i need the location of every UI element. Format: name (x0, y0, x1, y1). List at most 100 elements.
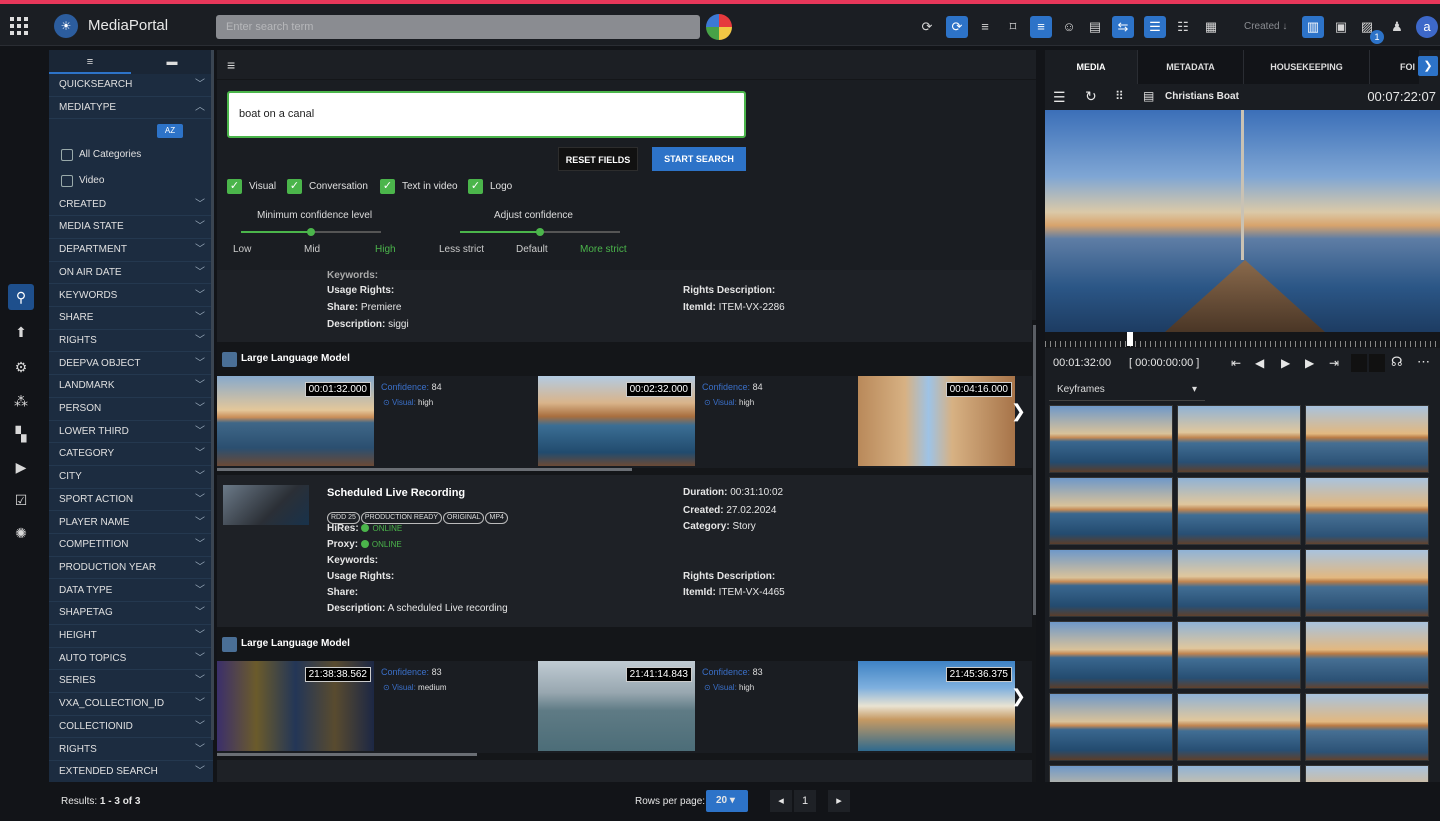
avatar[interactable]: a (1416, 16, 1438, 38)
tab-housekeeping[interactable]: HOUSEKEEPING (1243, 50, 1369, 84)
chevron-down-icon[interactable]: ﹀ (195, 421, 205, 443)
bookmark-icon[interactable]: ⌑ (1002, 16, 1024, 38)
keyframe-thumbnail[interactable] (1049, 549, 1173, 617)
chevron-down-icon[interactable]: ﹀ (195, 761, 205, 782)
tab-folders[interactable]: ▬ (131, 50, 213, 74)
row-scrollbar[interactable] (217, 753, 477, 756)
keyframe-thumbnail[interactable]: 21:45:36.375 (858, 661, 1015, 751)
filter-row-height[interactable]: HEIGHT ﹀ (49, 625, 213, 648)
checkbox-visual[interactable]: ✓ Visual (227, 179, 276, 195)
keyframe-thumbnail[interactable] (1305, 405, 1429, 473)
query-input[interactable]: boat on a canal (227, 91, 746, 138)
chevron-down-icon[interactable]: ﹀ (195, 239, 205, 261)
filter-row-competition[interactable]: COMPETITION ﹀ (49, 534, 213, 557)
keyframe-thumbnail[interactable] (1177, 405, 1301, 473)
keyframe-thumbnail[interactable] (1177, 621, 1301, 689)
timeline-ruler[interactable] (1045, 332, 1440, 348)
keyframe-thumbnail[interactable] (1305, 549, 1429, 617)
filter-row-sport-action[interactable]: SPORT ACTION ﹀ (49, 489, 213, 512)
filter-row-auto-topics[interactable]: AUTO TOPICS ﹀ (49, 648, 213, 671)
workflow-icon[interactable]: ⚙ (8, 354, 34, 380)
next-page-button[interactable]: ▸ (828, 790, 850, 812)
keyframe-thumbnail[interactable]: 00:04:16.000 (858, 376, 1015, 466)
checkbox[interactable] (61, 148, 73, 161)
filter-toggle-icon[interactable]: ≡ (227, 57, 235, 73)
add-folder-icon[interactable]: ▣ (1330, 16, 1352, 38)
list-view-icon[interactable]: ☷ (1172, 16, 1194, 38)
step-back-icon[interactable]: ◀ (1255, 356, 1264, 370)
chevron-down-icon[interactable]: ﹀ (195, 580, 205, 602)
filter-row-quicksearch[interactable]: QUICKSEARCH ﹀ (49, 74, 213, 97)
keyframe-thumbnail[interactable] (1177, 765, 1301, 782)
chevron-down-icon[interactable]: ﹀ (195, 353, 205, 375)
filter-row-share[interactable]: SHARE ﹀ (49, 307, 213, 330)
filter-row-rights[interactable]: RIGHTS ﹀ (49, 330, 213, 353)
refresh-icon[interactable]: ↻ (1085, 88, 1097, 105)
filter-row-department[interactable]: DEPARTMENT ﹀ (49, 239, 213, 262)
sync-icon[interactable]: ⟳ (916, 16, 938, 38)
mediatype-option[interactable]: All Categories (49, 142, 213, 168)
keyframe-thumbnail[interactable] (1305, 621, 1429, 689)
color-palette-icon[interactable] (706, 14, 732, 40)
in-point[interactable]: [ 00:00:00:00 ] (1129, 357, 1199, 369)
chevron-down-icon[interactable]: ﹀ (195, 693, 205, 715)
filter-row-city[interactable]: CITY ﹀ (49, 466, 213, 489)
checkbox-conversation[interactable]: ✓ Conversation (287, 179, 368, 195)
chevron-down-icon[interactable]: ﹀ (195, 466, 205, 488)
reset-fields-button[interactable]: RESET FIELDS (558, 147, 638, 171)
chevron-down-icon[interactable]: ﹀ (195, 512, 205, 534)
chevron-down-icon[interactable]: ﹀ (195, 443, 205, 465)
volume-slot[interactable] (1351, 354, 1367, 372)
search-list-icon[interactable]: ≡ (974, 16, 996, 38)
settings-icon[interactable]: ✺ (8, 520, 34, 546)
filter-row-player-name[interactable]: PLAYER NAME ﹀ (49, 512, 213, 535)
filter-row-media-state[interactable]: MEDIA STATE ﹀ (49, 216, 213, 239)
filter-row-landmark[interactable]: LANDMARK ﹀ (49, 375, 213, 398)
sort-label[interactable]: Created ↓ (1244, 21, 1287, 32)
filter-row-on-air-date[interactable]: ON AIR DATE ﹀ (49, 262, 213, 285)
asset-title[interactable]: Scheduled Live Recording (327, 487, 465, 499)
chevron-down-icon[interactable]: ﹀ (195, 716, 205, 738)
keyframe-thumbnail[interactable]: 21:38:38.562 (217, 661, 374, 751)
tab-more[interactable]: FOI (1369, 50, 1419, 84)
keyframe-thumbnail[interactable] (1049, 693, 1173, 761)
keyframe-thumbnail[interactable]: 00:02:32.000 (538, 376, 695, 466)
play-icon[interactable]: ▶ (1281, 356, 1290, 370)
checklist-icon[interactable]: ☑ (8, 487, 34, 513)
keyframe-thumbnail[interactable] (1305, 765, 1429, 782)
filter-row-category[interactable]: CATEGORY ﹀ (49, 443, 213, 466)
next-arrow-icon[interactable]: ❯ (1011, 686, 1026, 707)
filter-button[interactable]: ≡ (1030, 16, 1052, 38)
filter-row-rights[interactable]: RIGHTS ﹀ (49, 739, 213, 762)
go-to-in-icon[interactable]: ⇤ (1231, 356, 1241, 370)
video-player[interactable] (1045, 110, 1440, 332)
filter-row-data-type[interactable]: DATA TYPE ﹀ (49, 580, 213, 603)
keyframe-thumbnail[interactable] (1177, 693, 1301, 761)
chevron-down-icon[interactable]: ﹀ (195, 307, 205, 329)
filter-row-created[interactable]: CREATED ﹀ (49, 194, 213, 217)
document-icon[interactable]: ▤ (1084, 16, 1106, 38)
upload-icon[interactable]: ⬆ (8, 319, 34, 345)
tab-media[interactable]: MEDIA (1045, 50, 1137, 84)
result-card[interactable]: Scheduled Live Recording RDD 25 PRODUCTIO… (217, 475, 1032, 627)
results-scrollbar[interactable] (1033, 325, 1036, 615)
detail-view-button[interactable]: ☰ (1144, 16, 1166, 38)
search-icon[interactable]: ⚲ (8, 284, 34, 310)
chevron-down-icon[interactable]: ﹀ (195, 648, 205, 670)
checkbox-text-in-video[interactable]: ✓ Text in video (380, 179, 458, 195)
filter-row-keywords[interactable]: KEYWORDS ﹀ (49, 285, 213, 308)
chevron-down-icon[interactable]: ﹀ (195, 330, 205, 352)
drag-handle-icon[interactable]: ⠿ (1115, 89, 1124, 103)
user-settings-icon[interactable]: ♟ (1386, 16, 1408, 38)
result-card[interactable]: Keywords: Usage Rights: Share: Premiere … (217, 270, 1032, 342)
llm-button[interactable]: ⇆ (1112, 16, 1134, 38)
grid-view-icon[interactable]: ▦ (1200, 16, 1222, 38)
start-search-button[interactable]: START SEARCH (652, 147, 746, 171)
filter-row-series[interactable]: SERIES ﹀ (49, 670, 213, 693)
chevron-down-icon[interactable]: ﹀ (195, 625, 205, 647)
filter-row-production-year[interactable]: PRODUCTION YEAR ﹀ (49, 557, 213, 580)
row-scrollbar[interactable] (217, 468, 632, 471)
search-input[interactable] (216, 15, 700, 39)
chevron-down-icon[interactable]: ﹀ (195, 739, 205, 761)
volume-slot[interactable] (1369, 354, 1385, 372)
